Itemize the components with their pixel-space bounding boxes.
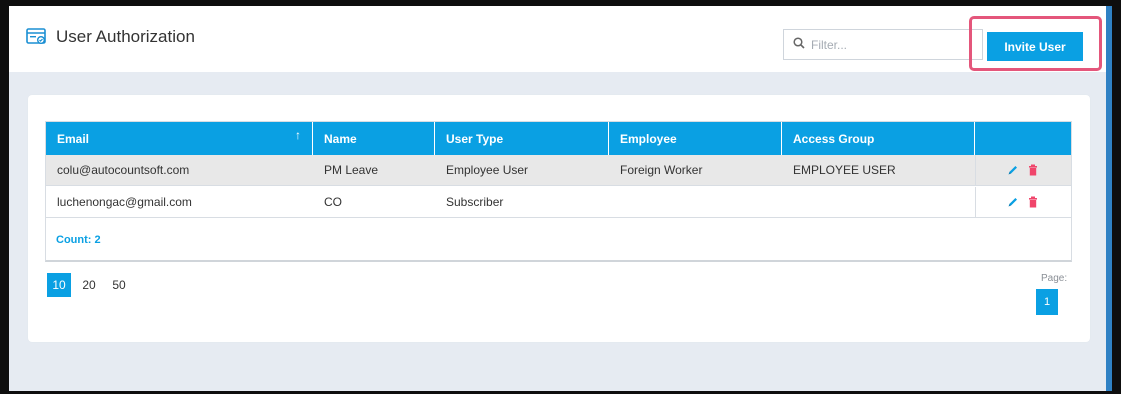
window-right-border: [1112, 0, 1121, 394]
user-authorization-icon: [26, 28, 48, 46]
sort-ascending-icon[interactable]: ↑: [295, 128, 301, 142]
column-header-email[interactable]: Email ↑: [46, 122, 313, 155]
table-row[interactable]: colu@autocountsoft.com PM Leave Employee…: [46, 155, 1071, 186]
cell-name: CO: [324, 195, 342, 209]
table-row[interactable]: luchenongac@gmail.com CO Subscriber: [46, 187, 1071, 218]
column-header-label: Access Group: [793, 131, 875, 146]
cell-actions: [975, 155, 1071, 185]
column-header-user-type[interactable]: User Type: [435, 122, 609, 155]
page-size-option-50[interactable]: 50: [107, 273, 131, 297]
page-label: Page:: [1041, 273, 1068, 284]
filter-input[interactable]: [811, 37, 971, 52]
page-title: User Authorization: [56, 27, 195, 46]
edit-pencil-icon[interactable]: [1007, 164, 1019, 176]
delete-trash-icon[interactable]: [1027, 196, 1039, 208]
page-size-option-20[interactable]: 20: [77, 273, 101, 297]
filter-box[interactable]: [783, 29, 983, 60]
cell-name: PM Leave: [324, 163, 379, 177]
column-header-access-group[interactable]: Access Group: [782, 122, 975, 155]
column-header-label: User Type: [446, 131, 504, 146]
cell-email: luchenongac@gmail.com: [57, 195, 192, 209]
delete-trash-icon[interactable]: [1027, 164, 1039, 176]
cell-user-type: Subscriber: [446, 195, 504, 209]
cell-employee: [609, 187, 782, 217]
column-header-employee[interactable]: Employee: [609, 122, 782, 155]
edit-pencil-icon[interactable]: [1007, 196, 1019, 208]
cell-access-group: EMPLOYEE USER: [793, 163, 896, 177]
invite-user-button[interactable]: Invite User: [987, 32, 1083, 61]
app-window: User Authorization Invite User Email ↑ N…: [0, 0, 1121, 394]
column-header-actions: [975, 122, 1071, 155]
cell-access-group: [782, 187, 975, 217]
cell-employee: Foreign Worker: [620, 163, 703, 177]
page-size-selector: 10 20 50: [47, 273, 131, 297]
page-title-area: User Authorization: [26, 27, 195, 47]
page-size-option-10[interactable]: 10: [47, 273, 71, 297]
cell-actions: [975, 187, 1071, 217]
cell-user-type: Employee User: [446, 163, 529, 177]
column-header-label: Employee: [620, 131, 677, 146]
column-header-label: Email: [57, 131, 90, 146]
window-top-border: [0, 0, 1121, 6]
window-left-border: [0, 0, 9, 394]
page-number-button[interactable]: 1: [1036, 289, 1058, 315]
cell-email: colu@autocountsoft.com: [57, 163, 190, 177]
table-header: Email ↑ Name User Type Employee Access G…: [46, 122, 1071, 155]
column-header-label: Name: [324, 131, 357, 146]
users-table: Email ↑ Name User Type Employee Access G…: [45, 121, 1072, 262]
row-count: Count: 2: [56, 234, 101, 246]
column-header-name[interactable]: Name: [313, 122, 435, 155]
search-icon: [793, 36, 805, 54]
